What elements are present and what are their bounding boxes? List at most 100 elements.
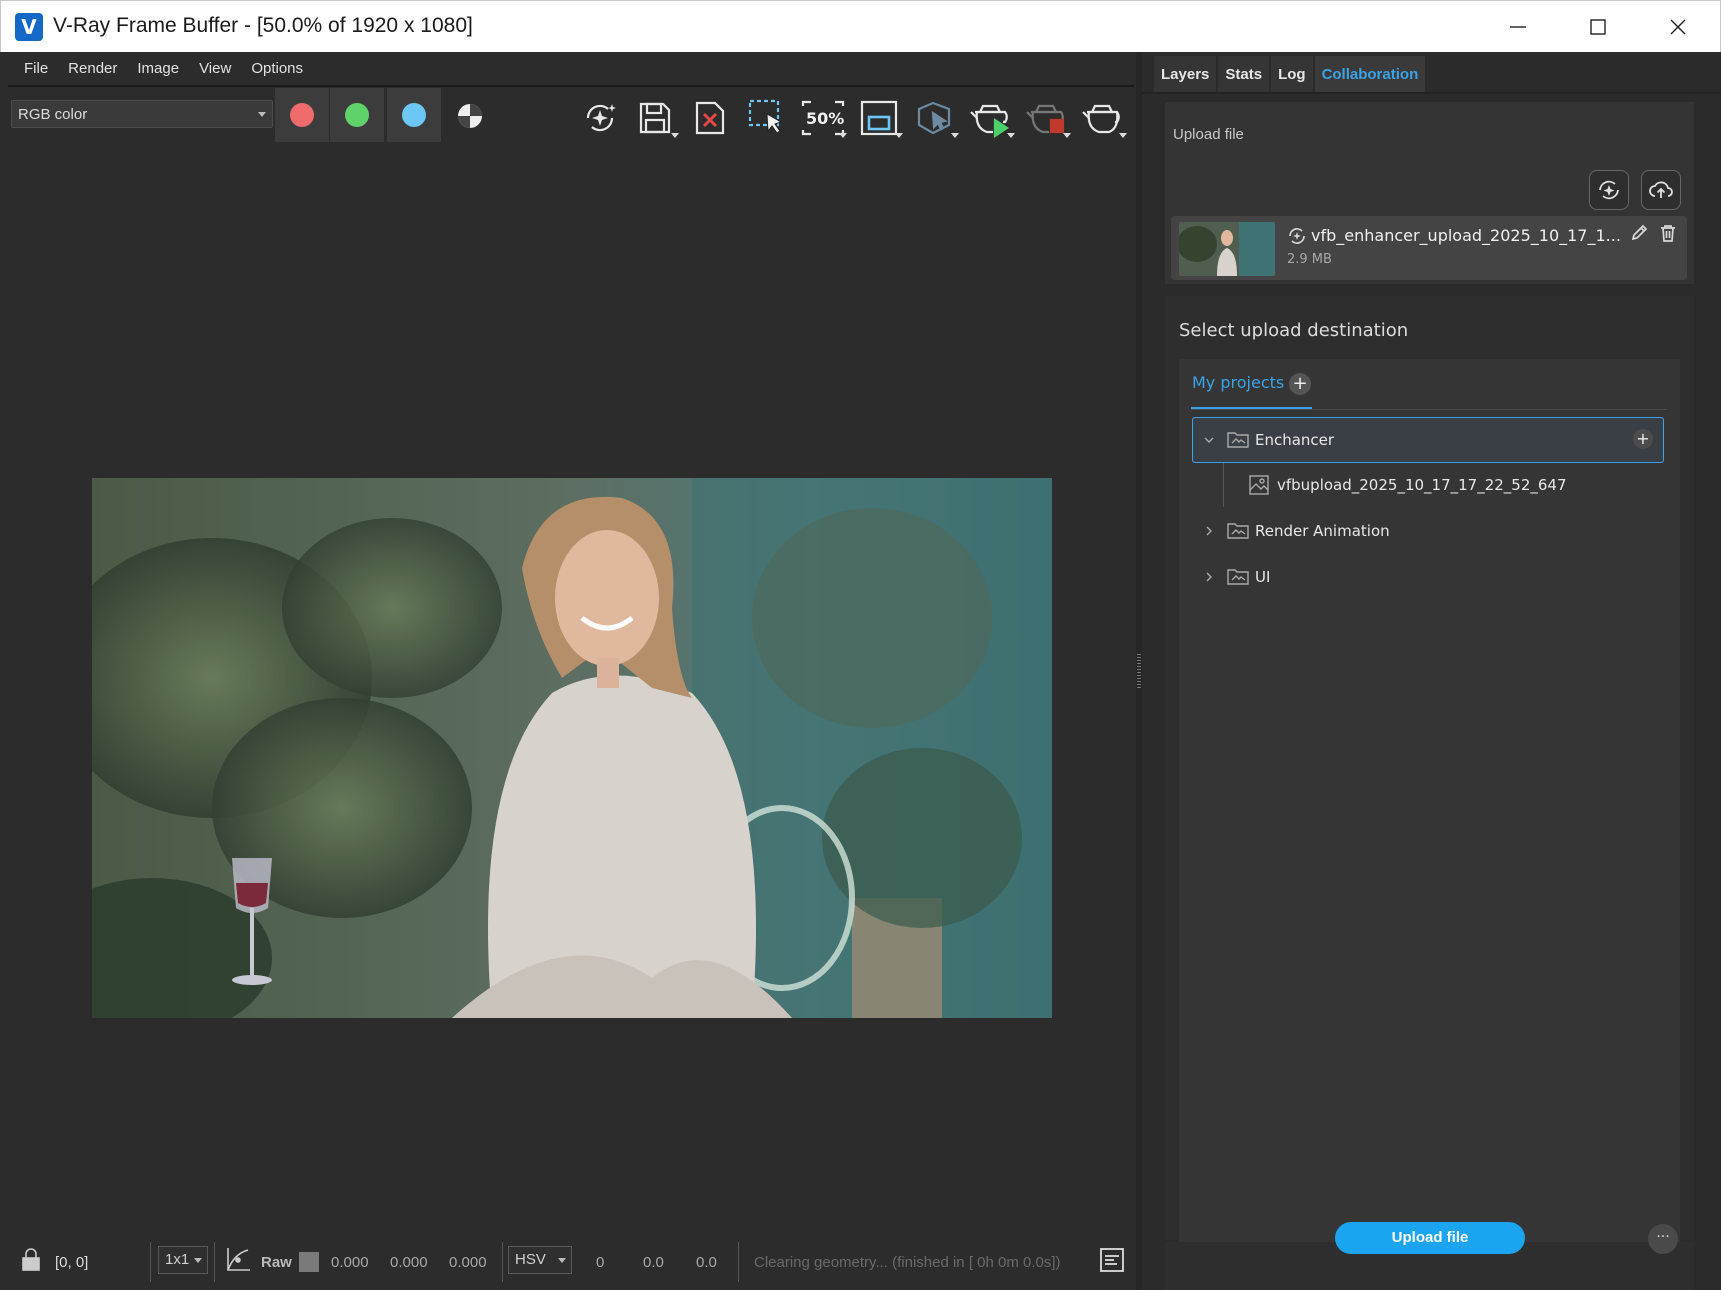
upload-file-button[interactable]: Upload file — [1335, 1222, 1525, 1254]
maximize-button[interactable] — [1558, 1, 1638, 53]
menu-file[interactable]: File — [14, 52, 58, 86]
render-button[interactable] — [1077, 94, 1129, 142]
ai-enhance-icon — [1287, 226, 1307, 250]
region-render-icon — [860, 100, 898, 136]
color-mode-dropdown[interactable]: HSV — [508, 1246, 572, 1274]
chevron-down-icon — [1119, 133, 1127, 138]
frame-buffer-pane: File Render Image View Options RGB color — [0, 52, 1136, 1290]
red-channel-icon — [290, 103, 314, 127]
menu-divider — [8, 85, 1134, 87]
zoom-label: 50% — [806, 109, 844, 128]
window-title: V-Ray Frame Buffer - [50.0% of 1920 x 10… — [53, 14, 473, 37]
status-divider — [502, 1242, 503, 1282]
file-size: 2.9 MB — [1287, 252, 1332, 267]
window-titlebar: V V-Ray Frame Buffer - [50.0% of 1920 x … — [0, 0, 1721, 52]
menu-view[interactable]: View — [189, 52, 241, 86]
interactive-render-button[interactable] — [965, 94, 1017, 142]
region-select-button[interactable] — [741, 94, 793, 142]
active-tab-indicator — [1191, 407, 1312, 409]
close-button[interactable] — [1638, 1, 1718, 53]
ai-enhance-button[interactable] — [574, 94, 626, 142]
window-client: File Render Image View Options RGB color — [0, 52, 1721, 1290]
color-mode-value: HSV — [515, 1251, 546, 1268]
cloud-upload-button[interactable] — [1641, 170, 1681, 210]
green-channel-button[interactable] — [330, 88, 384, 142]
menu-render[interactable]: Render — [58, 52, 127, 86]
tab-layers[interactable]: Layers — [1154, 56, 1217, 92]
channel-dropdown[interactable]: RGB color — [11, 100, 273, 128]
file-thumbnail — [1179, 222, 1275, 276]
status-divider — [214, 1242, 215, 1282]
ai-enhance-icon — [586, 104, 616, 132]
upload-file-item[interactable]: vfb_enhancer_upload_2025_10_17_1... 2.9 … — [1171, 216, 1687, 280]
more-options-button[interactable]: ··· — [1648, 1224, 1678, 1254]
panel-tabs: Layers Stats Log Collaboration — [1154, 56, 1427, 92]
hue-value: 0 — [596, 1254, 605, 1271]
tree-item-label: UI — [1255, 568, 1271, 586]
menu-image[interactable]: Image — [127, 52, 189, 86]
clear-image-icon — [695, 101, 725, 135]
trash-icon[interactable] — [1660, 224, 1676, 246]
save-icon — [639, 102, 671, 134]
lock-icon[interactable] — [20, 1248, 42, 1276]
sample-size-dropdown[interactable]: 1x1 — [158, 1246, 208, 1274]
tabs-divider — [1142, 92, 1721, 94]
stop-render-button[interactable] — [1021, 94, 1073, 142]
tree-folder-ui[interactable]: UI — [1193, 555, 1665, 599]
menu-options[interactable]: Options — [241, 52, 313, 86]
add-subfolder-button[interactable]: + — [1633, 429, 1653, 449]
tab-my-projects[interactable]: My projects — [1192, 373, 1284, 392]
saturation-value: 0.0 — [643, 1254, 664, 1271]
alpha-channel-button[interactable] — [444, 92, 496, 140]
history-panel-icon[interactable] — [1100, 1248, 1124, 1276]
ai-enhance-icon — [1599, 180, 1619, 200]
chevron-down-icon — [895, 133, 903, 138]
status-message: Clearing geometry... (finished in [ 0h 0… — [754, 1254, 1061, 1271]
track-mouse-icon — [917, 101, 951, 135]
edit-icon[interactable] — [1630, 224, 1648, 246]
tree-folder-render-animation[interactable]: Render Animation — [1193, 509, 1665, 553]
pixel-coords: [0, 0] — [55, 1254, 89, 1271]
tab-stats[interactable]: Stats — [1218, 56, 1270, 92]
menu-bar: File Render Image View Options — [0, 52, 1136, 86]
tree-item-vfbupload[interactable]: vfbupload_2025_10_17_17_22_52_647 — [1193, 463, 1665, 507]
status-divider — [738, 1242, 739, 1282]
stop-render-icon — [1026, 104, 1065, 134]
rendered-photo-icon — [92, 478, 1052, 1018]
add-project-button[interactable]: + — [1289, 373, 1311, 395]
curve-icon[interactable] — [224, 1246, 252, 1278]
tree-item-label: Render Animation — [1255, 522, 1390, 540]
tab-collaboration[interactable]: Collaboration — [1314, 56, 1426, 92]
folder-icon — [1227, 432, 1249, 448]
clear-image-button[interactable] — [684, 94, 736, 142]
image-icon — [1249, 475, 1269, 495]
blue-channel-button[interactable] — [387, 88, 441, 142]
tree-item-label: vfbupload_2025_10_17_17_22_52_647 — [1277, 476, 1567, 494]
folder-icon — [1227, 523, 1249, 539]
tab-log[interactable]: Log — [1271, 56, 1313, 92]
track-mouse-button[interactable] — [909, 94, 961, 142]
sample-size-value: 1x1 — [165, 1251, 190, 1268]
save-image-button[interactable] — [629, 94, 681, 142]
chevron-down-icon — [1007, 133, 1015, 138]
projects-panel: My projects + Enchancer + vfbupload_2025… — [1179, 359, 1680, 1242]
red-value: 0.000 — [331, 1254, 369, 1271]
region-render-button[interactable] — [853, 94, 905, 142]
minimize-button[interactable] — [1478, 1, 1558, 53]
upload-file-label: Upload file — [1173, 126, 1244, 143]
chevron-down-icon — [194, 1258, 202, 1263]
chevron-down-icon — [258, 112, 266, 117]
red-channel-button[interactable] — [275, 88, 329, 142]
image-viewport[interactable] — [6, 154, 1132, 1234]
vray-logo-icon: V — [15, 13, 43, 41]
zoom-button[interactable]: 50% — [797, 94, 849, 142]
chevron-down-icon — [671, 133, 679, 138]
ai-upload-button[interactable] — [1589, 170, 1629, 210]
raw-label: Raw — [261, 1254, 292, 1271]
upload-file-card: Upload file vfb_enhancer_upload_2025_10_… — [1165, 102, 1694, 284]
green-value: 0.000 — [390, 1254, 428, 1271]
rendered-image — [92, 478, 1052, 1018]
chevron-down-icon — [839, 133, 847, 138]
projects-divider — [1191, 409, 1667, 410]
tree-folder-enchancer[interactable]: Enchancer + — [1192, 417, 1664, 463]
